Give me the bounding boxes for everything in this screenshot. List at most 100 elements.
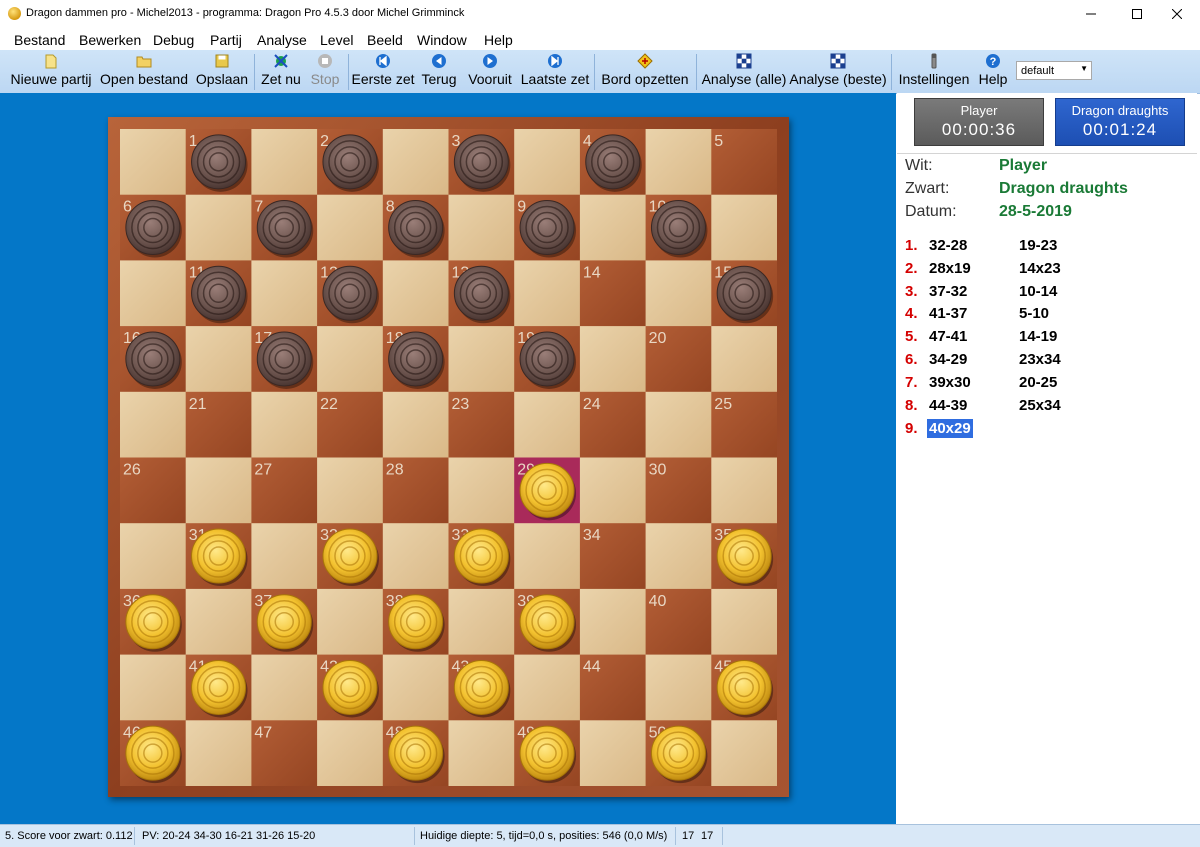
menu-analyse[interactable]: Analyse [257, 32, 307, 48]
move-white[interactable]: 44-39 [929, 397, 967, 414]
square-number: 34 [583, 527, 601, 544]
first-move-button[interactable]: Eerste zet [351, 50, 415, 93]
board-square-light [251, 260, 318, 327]
move-white[interactable]: 37-32 [929, 283, 967, 300]
player-clock: Player 00:00:36 [914, 98, 1044, 146]
square-number: 25 [714, 396, 732, 413]
folder-open-icon [136, 53, 152, 69]
board-square-light [711, 457, 777, 524]
menu-debug[interactable]: Debug [153, 32, 194, 48]
window-title: Dragon dammen pro - Michel2013 - program… [26, 7, 465, 19]
menu-level[interactable]: Level [320, 32, 353, 48]
square-number: 30 [649, 462, 667, 479]
analyse-best-icon [830, 53, 846, 69]
board-square-light [711, 720, 777, 786]
move-black[interactable]: 14-19 [1019, 328, 1057, 345]
setup-board-button[interactable]: Bord opzetten [600, 50, 690, 93]
board-square-light [514, 654, 581, 721]
move-black[interactable]: 14x23 [1019, 260, 1061, 277]
move-black[interactable]: 25x34 [1019, 397, 1061, 414]
help-button[interactable]: ? Help [976, 50, 1010, 93]
menu-bewerken[interactable]: Bewerken [79, 32, 141, 48]
move-number: 4. [905, 305, 918, 322]
draughts-board[interactable]: 1 2 3 4 56 7 8 9 1011 12 13 14 1516 17 18 19 2021 22 23 24 2… [120, 129, 777, 786]
status-separator [675, 827, 676, 845]
move-white[interactable]: 41-37 [929, 305, 967, 322]
move-black[interactable]: 10-14 [1019, 283, 1057, 300]
menu-window[interactable]: Window [417, 32, 467, 48]
board-square-light [711, 326, 777, 393]
move-white[interactable]: 47-41 [929, 328, 967, 345]
board-square-light [448, 588, 515, 656]
move-black[interactable]: 5-10 [1019, 305, 1049, 322]
panel-divider [897, 153, 1197, 154]
board-square-light [251, 391, 318, 458]
move-now-button[interactable]: Zet nu [260, 50, 302, 93]
move-white[interactable]: 34-29 [929, 351, 967, 368]
new-game-button[interactable]: Nieuwe partij [10, 50, 92, 93]
board-square-light [317, 720, 384, 786]
move-number: 9. [905, 420, 918, 437]
forward-button[interactable]: Vooruit [465, 50, 515, 93]
back-button[interactable]: Terug [420, 50, 458, 93]
move-black[interactable]: 19-23 [1019, 237, 1057, 254]
board-square-light [514, 129, 581, 196]
status-counter-1: 17 [682, 830, 695, 842]
board-square-light [185, 194, 252, 261]
status-pv: PV: 20-24 34-30 16-21 31-26 15-20 [142, 830, 316, 842]
board-square-light [185, 588, 252, 656]
board-square-light [579, 720, 647, 786]
square-number: 23 [452, 396, 470, 413]
black-player-label: Zwart: [905, 180, 950, 197]
close-button[interactable] [1154, 0, 1200, 28]
date-label: Datum: [905, 203, 957, 220]
board-square-light [448, 720, 515, 786]
move-black[interactable]: 20-25 [1019, 374, 1057, 391]
move-white[interactable]: 39x30 [929, 374, 971, 391]
menu-partij[interactable]: Partij [210, 32, 242, 48]
menu-beeld[interactable]: Beeld [367, 32, 403, 48]
square-number: 24 [583, 396, 601, 413]
preset-dropdown[interactable]: default ▼ [1016, 61, 1092, 80]
analyse-all-button[interactable]: Analyse (alle) [702, 50, 786, 93]
board-area: 1 2 3 4 5 6 7 8 9 10 11 12 13 14 15 16 17 18 19 20 21 22 23 24 2… [0, 93, 896, 824]
board-square-light [579, 326, 647, 393]
settings-button[interactable]: Instellingen [897, 50, 971, 93]
stop-icon [317, 53, 333, 69]
board-square-light [448, 326, 515, 393]
current-move[interactable]: 40x29 [927, 419, 973, 438]
menu-help[interactable]: Help [484, 32, 513, 48]
menu-bestand[interactable]: Bestand [14, 32, 65, 48]
move-white[interactable]: 28x19 [929, 260, 971, 277]
board-square-light [120, 391, 187, 458]
board-square-light [382, 260, 449, 327]
toolbar-separator [891, 54, 892, 90]
move-now-icon [273, 53, 289, 69]
square-number: 21 [189, 396, 207, 413]
date-value: 28-5-2019 [999, 203, 1072, 220]
move-number: 2. [905, 260, 918, 277]
move-black[interactable]: 23x34 [1019, 351, 1061, 368]
board-square-light [514, 391, 581, 458]
title-bar: Dragon dammen pro - Michel2013 - program… [0, 0, 1200, 28]
analyse-best-button[interactable]: Analyse (beste) [789, 50, 887, 93]
stop-button[interactable]: Stop [308, 50, 342, 93]
minimize-button[interactable] [1068, 0, 1114, 28]
board-square-light [514, 523, 581, 590]
board-square-light [317, 588, 384, 656]
open-file-button[interactable]: Open bestand [100, 50, 188, 93]
toolbar-separator [696, 54, 697, 90]
settings-icon [926, 53, 942, 69]
status-separator [722, 827, 723, 845]
save-button[interactable]: Opslaan [196, 50, 248, 93]
board-square-light [448, 194, 515, 261]
move-white[interactable]: 32-28 [929, 237, 967, 254]
board-square-light [645, 391, 712, 458]
last-move-button[interactable]: Laatste zet [521, 50, 589, 93]
board-frame: 1 2 3 4 5 6 7 8 9 10 11 12 13 14 15 16 17 18 19 20 21 22 23 24 2… [108, 117, 789, 797]
menu-bar: Bestand Bewerken Debug Partij Analyse Le… [0, 28, 1200, 50]
board-square-light [579, 194, 647, 261]
board-square-light [711, 194, 777, 261]
move-number: 6. [905, 351, 918, 368]
move-number: 3. [905, 283, 918, 300]
